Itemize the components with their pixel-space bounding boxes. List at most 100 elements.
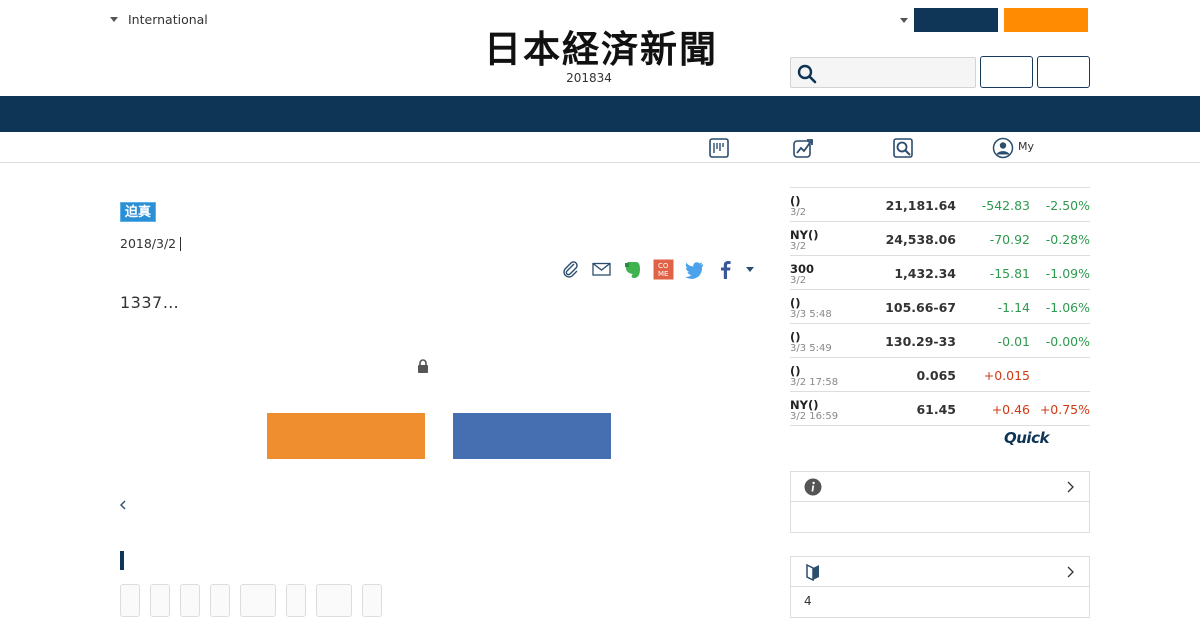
market-row[interactable]: () 3/2 17:58 0.065 +0.015 (790, 358, 1090, 392)
subscribe-cta-button[interactable] (267, 413, 425, 459)
region-label: International (128, 12, 208, 27)
market-time: 3/2 17:58 (790, 377, 839, 388)
notice-box (790, 471, 1090, 533)
comment-icon[interactable]: CO ME (653, 259, 674, 280)
subscribe-button[interactable] (1004, 8, 1088, 32)
market-time: 3/2 (790, 207, 807, 218)
login-button[interactable] (914, 8, 998, 32)
chevron-right-icon[interactable] (1066, 565, 1075, 579)
market-change-pct: -0.00% (1045, 334, 1090, 349)
beginner-count: 4 (804, 594, 812, 608)
market-name: () (790, 330, 801, 344)
topic-tag[interactable] (180, 584, 200, 617)
login-cta-button[interactable] (453, 413, 611, 459)
quick-provider-logo[interactable]: Quick (1004, 429, 1049, 447)
market-value: 61.45 (916, 402, 956, 417)
market-time: 3/3 5:49 (790, 343, 832, 354)
market-row[interactable]: NY() 3/2 16:59 61.45 +0.46 +0.75% (790, 392, 1090, 426)
topic-tag[interactable] (120, 584, 140, 617)
info-icon (804, 478, 822, 496)
market-row[interactable]: () 3/3 5:49 130.29-33 -0.01 -0.00% (790, 324, 1090, 358)
market-chart-icon[interactable] (792, 137, 814, 159)
share-bar: CO ME (560, 258, 754, 280)
chevron-left-icon[interactable] (118, 498, 128, 512)
main-navbar (0, 96, 1200, 132)
topic-tag[interactable] (210, 584, 230, 617)
market-name: 300 (790, 262, 815, 276)
share-more-caret-icon[interactable] (746, 266, 754, 272)
search-icon[interactable] (797, 64, 817, 84)
beginner-header[interactable] (791, 557, 1089, 587)
section-heading-marker (120, 551, 124, 570)
article-lead: 1337… (120, 293, 180, 312)
twitter-icon[interactable] (684, 259, 705, 280)
market-change: -15.81 (989, 266, 1030, 281)
market-name: () (790, 296, 801, 310)
market-value: 21,181.64 (885, 198, 956, 213)
market-change: +0.015 (983, 368, 1030, 383)
market-name: () (790, 364, 801, 378)
my-page-label[interactable]: My (1018, 140, 1034, 153)
svg-text:ME: ME (658, 270, 668, 278)
market-value: 0.065 (916, 368, 956, 383)
publish-date-text: 2018/3/2 (120, 236, 177, 251)
mail-icon[interactable] (591, 259, 612, 280)
market-change-pct: -2.50% (1045, 198, 1090, 213)
beginner-mark-icon (806, 563, 819, 581)
topic-tags (120, 584, 382, 617)
market-change-pct: -1.06% (1045, 300, 1090, 315)
topic-tag[interactable] (150, 584, 170, 617)
market-data-table: () 3/2 21,181.64 -542.83 -2.50% NY() 3/2… (790, 187, 1090, 426)
lock-icon (418, 359, 428, 373)
market-row[interactable]: NY() 3/2 24,538.06 -70.92 -0.28% (790, 222, 1090, 256)
evernote-icon[interactable] (622, 259, 643, 280)
search-input[interactable] (790, 57, 976, 88)
notice-body (791, 502, 1089, 532)
topic-tag[interactable] (240, 584, 276, 617)
market-change: -70.92 (989, 232, 1030, 247)
market-change: -1.14 (997, 300, 1030, 315)
user-icon[interactable] (992, 137, 1014, 159)
market-change: -542.83 (981, 198, 1030, 213)
chevron-right-icon[interactable] (1066, 480, 1075, 494)
series-badge: 迫真 (120, 202, 157, 222)
paper-viewer-icon[interactable] (708, 137, 730, 159)
region-selector[interactable]: International (110, 12, 208, 27)
facebook-icon[interactable] (715, 259, 736, 280)
market-row[interactable]: () 3/2 21,181.64 -542.83 -2.50% (790, 188, 1090, 222)
menu-button-1[interactable] (980, 56, 1033, 88)
market-row[interactable]: 300 3/2 1,432.34 -15.81 -1.09% (790, 256, 1090, 290)
market-time: 3/2 (790, 275, 807, 286)
market-name: () (790, 194, 801, 208)
svg-text:CO: CO (658, 262, 669, 270)
market-name: NY() (790, 398, 819, 412)
market-value: 130.29-33 (885, 334, 956, 349)
market-row[interactable]: () 3/3 5:48 105.66-67 -1.14 -1.06% (790, 290, 1090, 324)
caret-down-icon[interactable] (900, 17, 908, 23)
menu-button-2[interactable] (1037, 56, 1090, 88)
market-change-pct: +0.75% (1039, 402, 1090, 417)
market-change: +0.46 (991, 402, 1030, 417)
logo-text: 日本経済新聞 (484, 27, 718, 70)
topic-tag[interactable] (316, 584, 352, 617)
beginner-box: 4 (790, 556, 1090, 618)
account-actions (900, 8, 1088, 32)
market-change: -0.01 (997, 334, 1030, 349)
market-change-pct: -0.28% (1045, 232, 1090, 247)
nikkei-logo[interactable]: 日本経済新聞 (452, 26, 750, 70)
topic-tag[interactable] (362, 584, 382, 617)
topic-tag[interactable] (286, 584, 306, 617)
notice-header[interactable] (791, 472, 1089, 502)
market-time: 3/3 5:48 (790, 309, 832, 320)
date-divider (180, 236, 182, 251)
issue-date: 201834 (566, 71, 612, 85)
market-change-pct: -1.09% (1045, 266, 1090, 281)
clip-icon[interactable] (560, 259, 581, 280)
market-value: 105.66-67 (885, 300, 956, 315)
market-time: 3/2 16:59 (790, 411, 839, 422)
market-value: 24,538.06 (885, 232, 956, 247)
market-name: NY() (790, 228, 819, 242)
publish-date: 2018/3/2 (120, 236, 182, 251)
company-search-icon[interactable] (892, 137, 914, 159)
caret-down-icon (110, 17, 118, 22)
